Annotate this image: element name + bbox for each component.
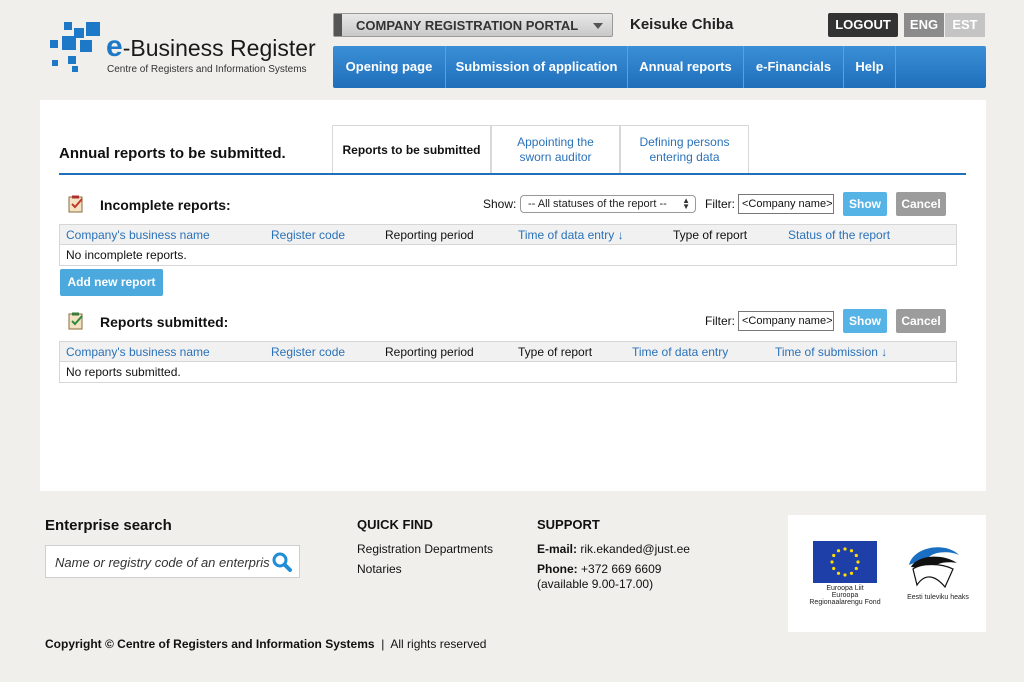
tab-defining-persons[interactable]: Defining persons entering data: [620, 125, 749, 174]
enterprise-search: Name or registry code of an enterprise: [45, 545, 300, 578]
portal-select-label: COMPANY REGISTRATION PORTAL: [356, 18, 579, 33]
empty-row: No reports submitted.: [66, 365, 181, 379]
logo-title: e-Business Register: [106, 30, 316, 63]
estonia-logo-icon: [909, 547, 959, 589]
updown-icon: ▲ ▼: [682, 196, 690, 211]
clipboard-check-icon: [68, 312, 83, 330]
phone-value: +372 669 6609: [581, 562, 662, 576]
logo-subtitle: Centre of Registers and Information Syst…: [107, 64, 307, 75]
chevron-down-icon: [593, 23, 603, 29]
copyright: Copyright © Centre of Registers and Info…: [45, 637, 486, 651]
support-phone: Phone: +372 669 6609: [537, 562, 661, 576]
search-icon[interactable]: [271, 551, 293, 573]
page-title: Annual reports to be submitted.: [59, 145, 286, 162]
incomplete-reports-table: Company's business name Register code Re…: [59, 224, 957, 266]
reports-submitted-title: Reports submitted:: [100, 314, 229, 330]
logo-square-icon: [68, 56, 76, 64]
col-business-name[interactable]: Company's business name: [66, 345, 210, 359]
logo-square-icon: [86, 22, 100, 36]
logo-title-text: -Business Register: [122, 35, 316, 61]
col-register-code[interactable]: Register code: [271, 345, 345, 359]
col-type-of-report: Type of report: [518, 345, 593, 359]
nav-item-opening-page[interactable]: Opening page: [333, 46, 446, 88]
eu-flag-icon: [813, 541, 877, 583]
support-email: E-mail: rik.ekanded@just.ee: [537, 542, 690, 556]
user-name: Keisuke Chiba: [630, 16, 734, 33]
logo-square-icon: [52, 60, 58, 66]
link-registration-departments[interactable]: Registration Departments: [357, 542, 493, 556]
phone-label: Phone:: [537, 562, 578, 576]
logo-square-icon: [50, 40, 58, 48]
show-button[interactable]: Show: [843, 192, 887, 216]
tab-label: Appointing the sworn auditor: [517, 135, 594, 164]
nav-item-help[interactable]: Help: [844, 46, 896, 88]
filter-label: Filter:: [705, 314, 735, 328]
email-value[interactable]: rik.ekanded@just.ee: [580, 542, 690, 556]
cancel-button[interactable]: Cancel: [896, 309, 946, 333]
status-select-value: -- All statuses of the report --: [528, 198, 667, 210]
eu-caption: Euroopa Liit Euroopa Regionaalarengu Fon…: [809, 585, 881, 606]
logout-button[interactable]: LOGOUT: [828, 13, 898, 37]
col-reporting-period: Reporting period: [385, 345, 474, 359]
search-input[interactable]: Name or registry code of an enterprise: [55, 555, 270, 570]
clipboard-icon: [68, 195, 83, 213]
show-button[interactable]: Show: [843, 309, 887, 333]
rights-text: All rights reserved: [390, 637, 487, 651]
status-select[interactable]: -- All statuses of the report -- ▲ ▼: [520, 195, 696, 213]
incomplete-reports-title: Incomplete reports:: [100, 197, 231, 213]
col-register-code[interactable]: Register code: [271, 228, 345, 242]
estonia-caption: Eesti tuleviku heaks: [907, 594, 969, 601]
cancel-button[interactable]: Cancel: [896, 192, 946, 216]
nav-item-submission[interactable]: Submission of application: [446, 46, 628, 88]
show-label: Show:: [483, 197, 517, 211]
main-card: Annual reports to be submitted. Reports …: [40, 100, 986, 491]
sponsor-logos: Euroopa Liit Euroopa Regionaalarengu Fon…: [788, 515, 986, 632]
logo-square-icon: [62, 36, 76, 50]
logo[interactable]: e-Business Register Centre of Registers …: [46, 22, 336, 82]
copyright-text: Copyright © Centre of Registers and Info…: [45, 637, 375, 651]
support-hours: (available 9.00-17.00): [537, 577, 654, 591]
col-reporting-period: Reporting period: [385, 228, 474, 242]
main-nav: Opening page Submission of application A…: [333, 46, 986, 88]
tab-appointing-auditor[interactable]: Appointing the sworn auditor: [491, 125, 620, 174]
empty-row: No incomplete reports.: [66, 248, 187, 262]
copyright-separator: |: [377, 637, 388, 651]
logo-square-icon: [80, 40, 92, 52]
tab-reports-to-be-submitted[interactable]: Reports to be submitted: [332, 125, 491, 174]
col-time-of-data-entry[interactable]: Time of data entry ↓: [518, 228, 624, 242]
reports-submitted-table: Company's business name Register code Re…: [59, 341, 957, 383]
logo-square-icon: [64, 22, 72, 30]
table-header: Company's business name Register code Re…: [60, 225, 956, 245]
portal-select[interactable]: COMPANY REGISTRATION PORTAL: [333, 13, 613, 37]
support-title: SUPPORT: [537, 517, 600, 532]
lang-est-button[interactable]: EST: [945, 13, 985, 37]
lang-eng-button[interactable]: ENG: [904, 13, 944, 37]
col-time-of-submission[interactable]: Time of submission ↓: [775, 345, 887, 359]
email-label: E-mail:: [537, 542, 578, 556]
nav-item-e-financials[interactable]: e-Financials: [744, 46, 844, 88]
tab-label: Reports to be submitted: [342, 142, 481, 157]
col-time-of-data-entry[interactable]: Time of data entry: [632, 345, 728, 359]
link-notaries[interactable]: Notaries: [357, 562, 402, 576]
filter-label: Filter:: [705, 197, 735, 211]
company-filter-input[interactable]: <Company name>: [738, 311, 834, 331]
enterprise-search-title: Enterprise search: [45, 517, 172, 534]
col-type-of-report: Type of report: [673, 228, 748, 242]
portal-select-bar: [334, 14, 342, 36]
tab-label: Defining persons entering data: [639, 135, 730, 164]
table-header: Company's business name Register code Re…: [60, 342, 956, 362]
col-status[interactable]: Status of the report: [788, 228, 890, 242]
add-new-report-button[interactable]: Add new report: [60, 269, 163, 296]
nav-item-annual-reports[interactable]: Annual reports: [628, 46, 744, 88]
tab-underline: [59, 173, 966, 175]
logo-square-icon: [72, 66, 78, 72]
col-business-name[interactable]: Company's business name: [66, 228, 210, 242]
quick-find-title: QUICK FIND: [357, 517, 433, 532]
company-filter-input[interactable]: <Company name>: [738, 194, 834, 214]
